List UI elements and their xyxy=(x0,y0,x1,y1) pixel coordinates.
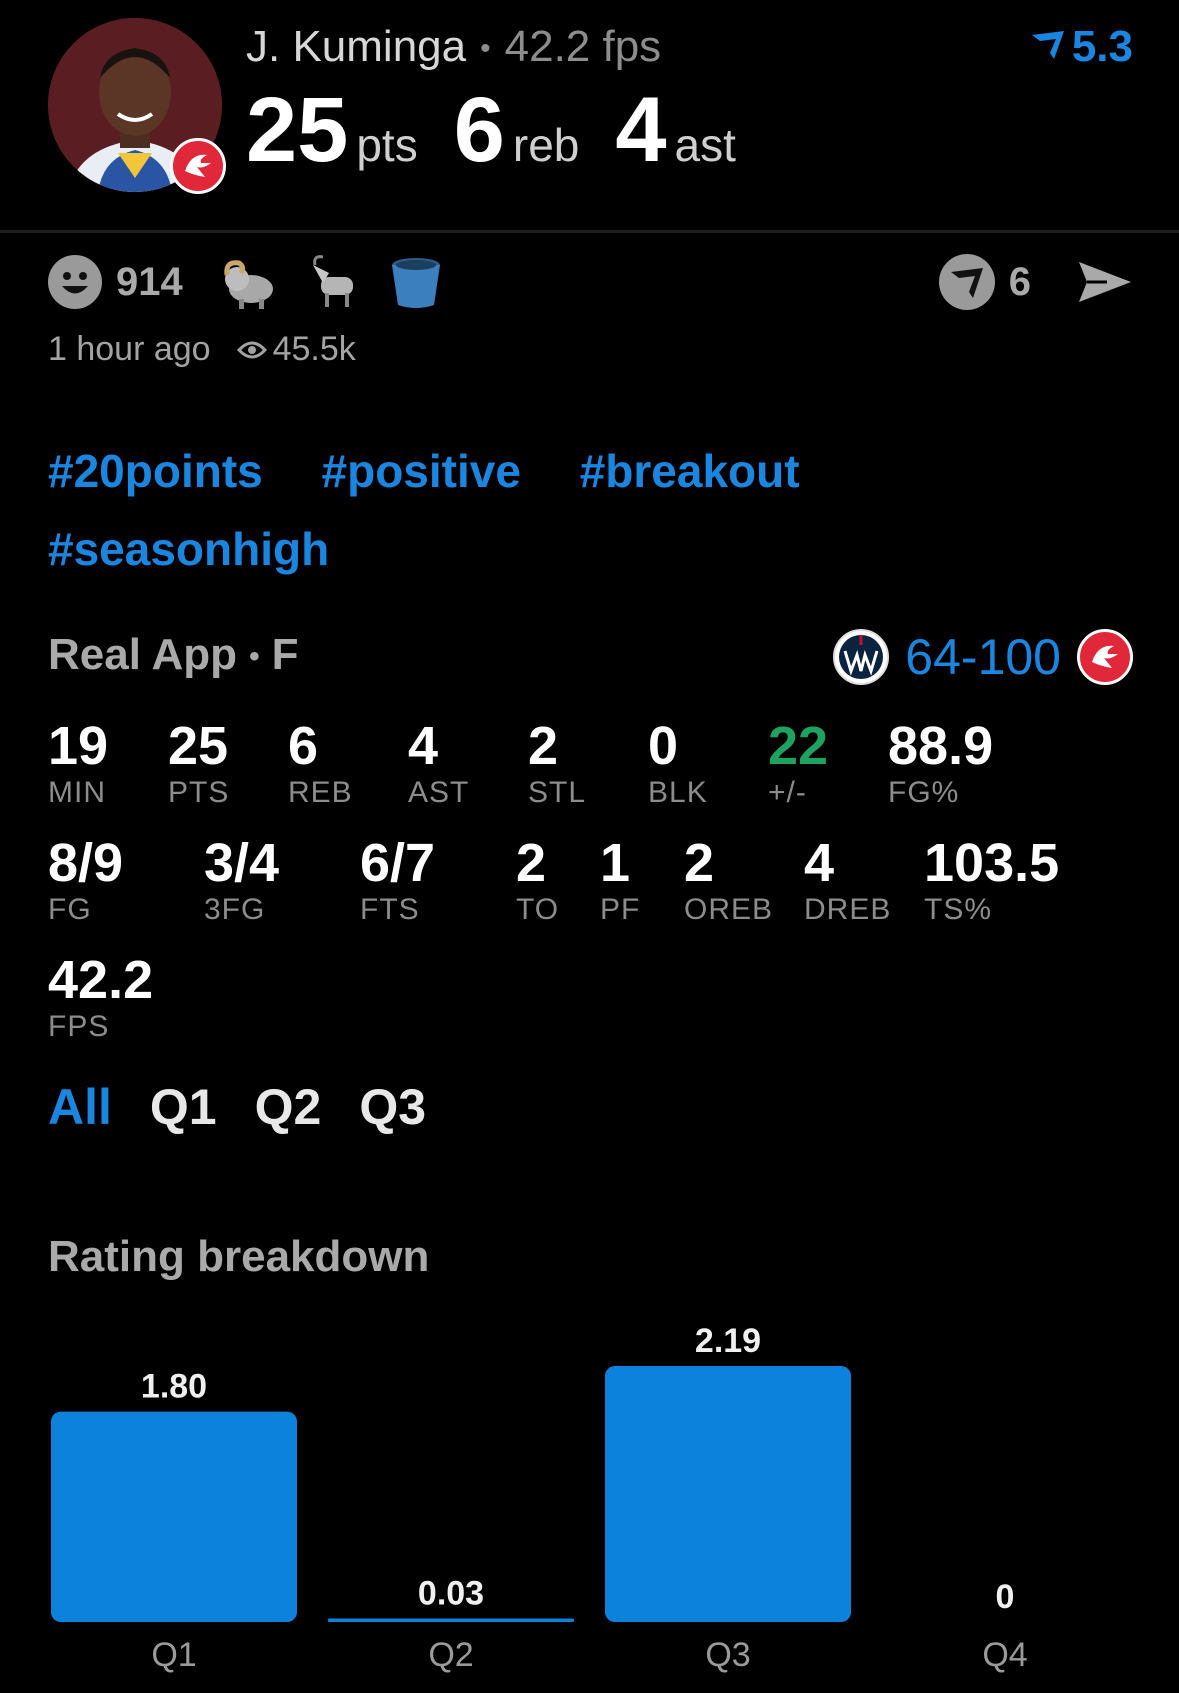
rating-value: 5.3 xyxy=(1071,22,1133,71)
header-divider xyxy=(0,230,1179,233)
bar-q3[interactable] xyxy=(605,1366,851,1622)
rating-breakdown-title: Rating breakdown xyxy=(48,1232,430,1281)
hawks-logo-icon xyxy=(170,138,226,194)
wizards-logo-icon xyxy=(833,629,890,685)
player-position: F xyxy=(271,630,299,679)
separator-dot: • xyxy=(249,640,260,674)
x-tick-label-q4: Q4 xyxy=(982,1636,1027,1674)
stat-3fg: 3/4 3FG xyxy=(204,833,280,926)
eye-icon xyxy=(236,341,267,358)
stat-blk: 0 BLK xyxy=(648,716,708,809)
stat-fg-pct: 88.9 FG% xyxy=(888,716,994,809)
view-count: 45.5k xyxy=(272,330,356,368)
bar-value-label-q3: 2.19 xyxy=(695,1322,761,1360)
rating-v-icon xyxy=(1031,31,1064,59)
bar-value-label-q4: 0 xyxy=(996,1578,1015,1616)
points-label: pts xyxy=(356,119,418,171)
stat-pf: 1 PF xyxy=(600,833,641,926)
score-value: 64-100 xyxy=(905,629,1061,685)
stat-ast: 4 AST xyxy=(408,716,470,809)
smile-icon[interactable] xyxy=(48,255,102,309)
share-send-icon[interactable] xyxy=(1077,258,1133,306)
rebounds-value: 6 xyxy=(453,79,505,181)
separator-dot: • xyxy=(480,32,491,66)
hashtag-seasonhigh[interactable]: #seasonhigh xyxy=(48,510,329,588)
x-tick-label-q1: Q1 xyxy=(151,1636,196,1674)
bar-value-label-q1: 1.80 xyxy=(141,1368,207,1406)
goat-icon[interactable] xyxy=(303,253,361,311)
tab-q1[interactable]: Q1 xyxy=(150,1078,217,1136)
stat-ts-pct: 103.5 TS% xyxy=(924,833,1060,926)
player-name[interactable]: J. Kuminga xyxy=(246,22,466,71)
assists-label: ast xyxy=(674,119,736,171)
bar-q1[interactable] xyxy=(51,1411,297,1622)
reaction-row: 914 xyxy=(48,252,471,312)
hashtag-positive[interactable]: #positive xyxy=(322,432,521,510)
stat-stl: 2 STL xyxy=(528,716,587,809)
bar-q2[interactable] xyxy=(328,1618,574,1622)
fps-text: 42.2 fps xyxy=(504,22,662,71)
action-icons: 6 xyxy=(938,252,1133,312)
game-source-title: Real App • F xyxy=(48,630,298,680)
stat-pts: 25 PTS xyxy=(168,716,230,809)
stat-oreb: 2 OREB xyxy=(684,833,774,926)
ram-icon[interactable] xyxy=(219,253,277,311)
x-tick-label-q3: Q3 xyxy=(705,1636,750,1674)
hawks-logo-icon xyxy=(1077,629,1133,685)
stat-to: 2 TO xyxy=(516,833,560,926)
rebounds-label: reb xyxy=(512,119,580,171)
stat-fg: 8/9 FG xyxy=(48,833,124,926)
hashtag-breakout[interactable]: #breakout xyxy=(580,432,800,510)
post-time: 1 hour ago xyxy=(48,330,211,368)
hashtag-list: #20points #positive #breakout #seasonhig… xyxy=(48,432,1128,588)
v-vote-count: 6 xyxy=(1008,259,1031,304)
source-name: Real App xyxy=(48,630,238,679)
assists-value: 4 xyxy=(615,79,667,181)
reaction-count: 914 xyxy=(116,259,183,304)
stat-dreb: 4 DREB xyxy=(804,833,892,926)
points-value: 25 xyxy=(246,79,349,181)
tab-all[interactable]: All xyxy=(48,1078,112,1136)
bar-value-label-q2: 0.03 xyxy=(418,1574,484,1612)
v-vote-icon[interactable] xyxy=(938,254,995,310)
rating-badge[interactable]: 5.3 xyxy=(1030,22,1133,72)
x-tick-label-q2: Q2 xyxy=(428,1636,473,1674)
rating-breakdown-chart: 1.80 Q1 0.03 Q2 2.19 Q3 0 Q4 xyxy=(51,1322,1028,1674)
stat-min: 19 MIN xyxy=(48,716,109,809)
tab-q2[interactable]: Q2 xyxy=(255,1078,322,1136)
game-score[interactable]: 64-100 xyxy=(833,628,1133,686)
post-meta-row: 1 hour ago 45.5k xyxy=(48,330,356,369)
headline-statline: 25 pts 6 reb 4 ast xyxy=(246,78,772,183)
stat-fps: 42.2 FPS xyxy=(48,950,154,1043)
quarter-tabs: All Q1 Q2 Q3 xyxy=(48,1078,464,1136)
stat-fts: 6/7 FTS xyxy=(360,833,436,926)
tab-q3[interactable]: Q3 xyxy=(359,1078,426,1136)
bucket-icon[interactable] xyxy=(387,253,445,311)
player-name-row: J. Kuminga • 42.2 fps xyxy=(246,22,661,72)
hashtag-20points[interactable]: #20points xyxy=(48,432,263,510)
stat-reb: 6 REB xyxy=(288,716,353,809)
stat-plus-minus: 22 +/- xyxy=(768,716,829,809)
